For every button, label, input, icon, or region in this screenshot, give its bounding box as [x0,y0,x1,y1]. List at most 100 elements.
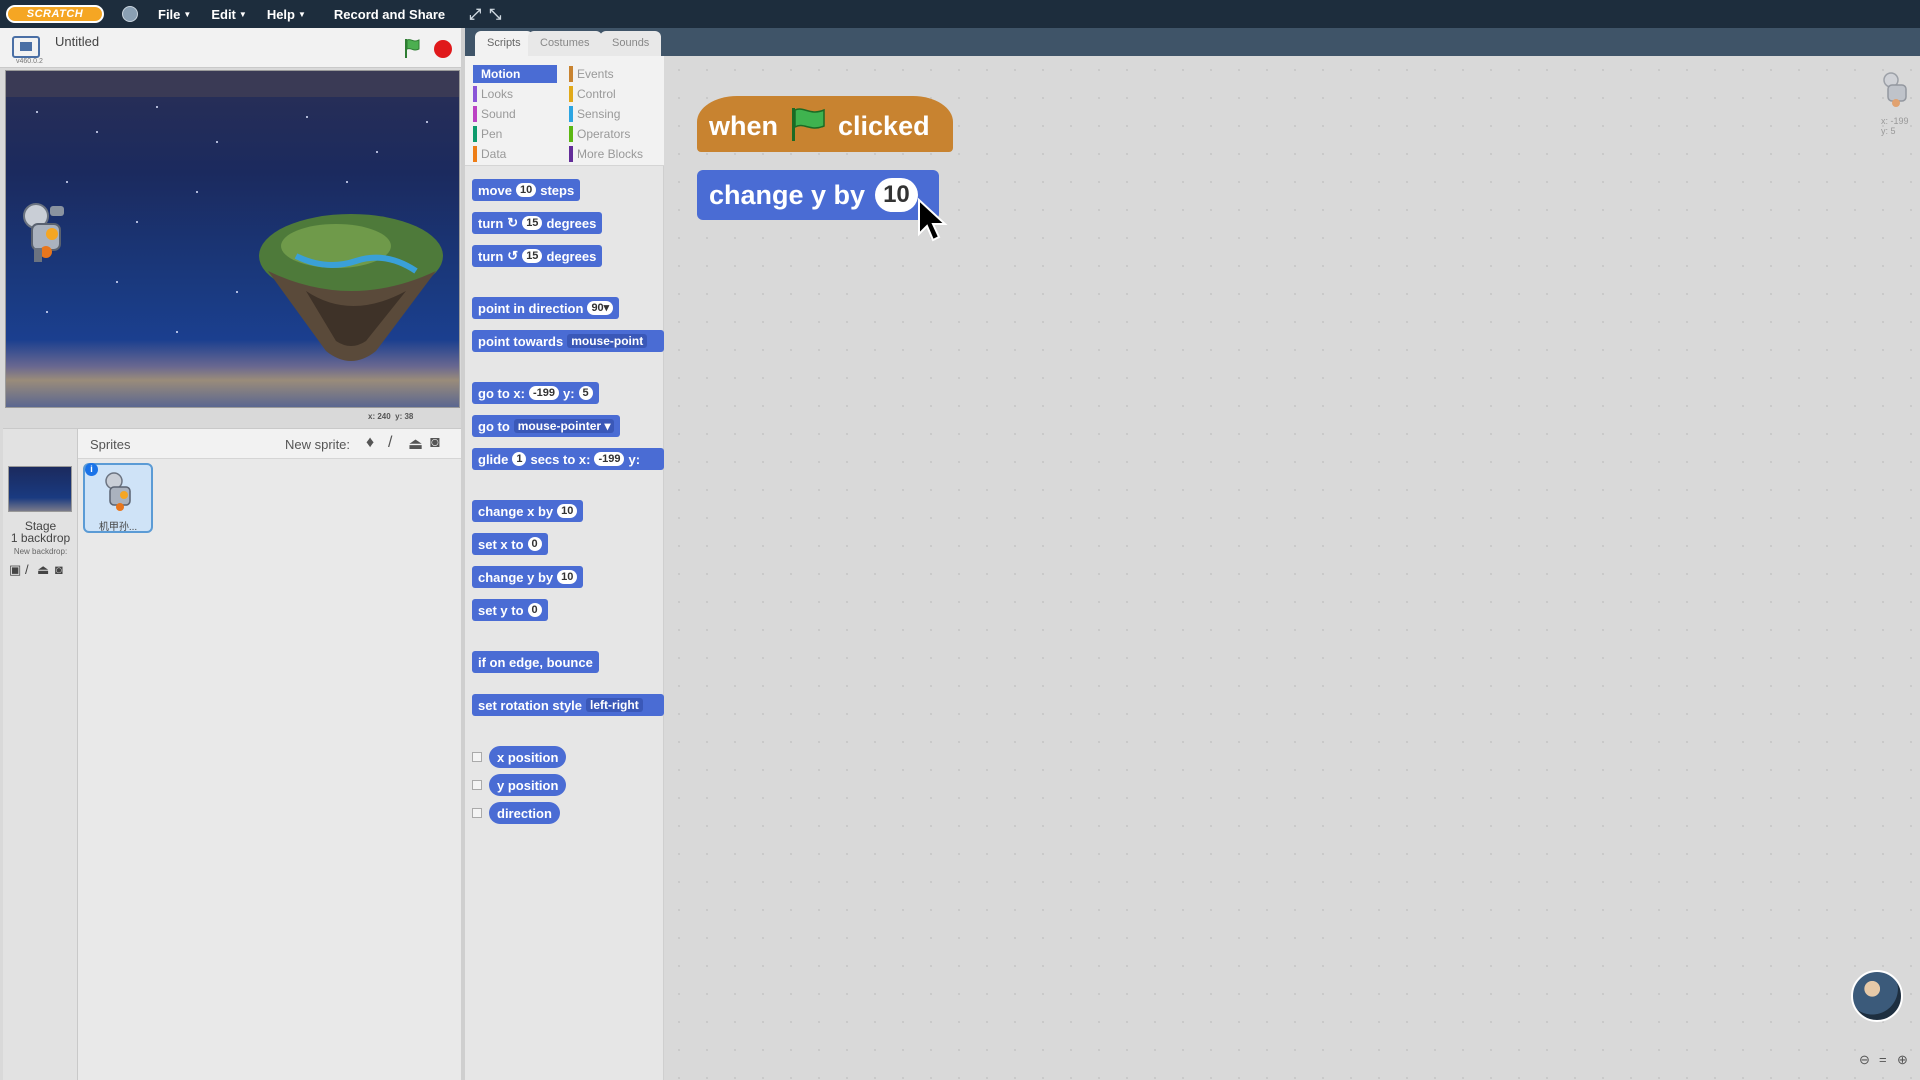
paint-brush-icon[interactable]: / [25,562,29,577]
block-text: set x to [478,536,524,552]
expand-arrows-icon[interactable]: ⤢ [469,6,481,23]
block-dropdown[interactable]: mouse-pointer ▾ [513,419,615,433]
block-input[interactable]: 0 [527,603,542,617]
block-input[interactable]: 15 [522,216,543,230]
block-input[interactable]: -199 [594,452,625,466]
category-more-blocks[interactable]: More Blocks [569,145,643,163]
block-turn-left[interactable]: turn ↺ 15 degrees [472,245,603,267]
presentation-mode-button[interactable] [12,36,40,58]
block-change-x-by[interactable]: change x by 10 [472,500,584,522]
sprite-library-icon[interactable]: ♦ [366,434,374,452]
checkbox-y-position[interactable] [472,780,482,790]
block-if-on-edge-bounce[interactable]: if on edge, bounce [472,651,599,673]
reporter-direction[interactable]: direction [489,802,560,824]
block-input[interactable]: 10 [557,504,578,518]
reporter-y-position[interactable]: y position [489,774,567,796]
checkbox-direction[interactable] [472,808,482,818]
paint-brush-icon[interactable]: / [388,434,392,452]
block-dropdown[interactable]: mouse-point [567,334,648,348]
camera-icon[interactable]: ◙ [55,562,63,577]
block-set-y-to[interactable]: set y to 0 [472,599,548,621]
scratch-logo[interactable]: SCRATCH [6,5,104,23]
category-sensing[interactable]: Sensing [569,105,620,123]
block-text: secs to x: [530,451,591,467]
backdrop-library-icon[interactable]: ▣ [9,562,21,578]
block-text: change y by [709,179,866,210]
upload-icon[interactable]: ⏏ [37,562,49,578]
category-looks-label: Looks [481,87,514,101]
shrink-arrows-icon[interactable]: ⤡ [489,6,501,23]
block-input[interactable]: 15 [522,249,543,263]
tab-scripts[interactable]: Scripts [475,31,533,56]
block-point-in-direction[interactable]: point in direction 90▾ [472,297,620,319]
category-operators[interactable]: Operators [569,125,630,143]
block-input[interactable]: 1 [512,452,527,466]
version-label: v460.0.2 [16,58,43,65]
menu-file[interactable]: File ▼ [158,7,191,22]
robot-sprite-image[interactable] [16,196,76,266]
block-input[interactable]: -199 [528,386,559,400]
category-operators-label: Operators [577,127,631,141]
caret-down-icon: ▼ [238,9,247,19]
rotate-counterclockwise-icon: ↺ [507,248,519,263]
menu-edit[interactable]: Edit ▼ [211,7,246,22]
block-set-x-to[interactable]: set x to 0 [472,533,548,555]
category-motion[interactable]: Motion [473,65,557,83]
zoom-out-icon[interactable]: ⊖ [1859,1052,1870,1068]
block-input[interactable]: 90▾ [587,301,614,315]
block-input[interactable]: 10 [557,570,578,584]
block-move-steps[interactable]: move 10 steps [472,179,581,201]
block-text: go to x: [478,385,525,401]
sprite-tile[interactable]: i 机甲孙... [83,463,153,533]
stop-icon[interactable] [434,40,452,58]
block-change-y-by[interactable]: change y by 10 [472,566,584,588]
camera-icon[interactable]: ◙ [430,434,440,452]
block-text: degrees [546,215,597,231]
block-glide[interactable]: glide 1 secs to x: -199 y: [472,448,664,470]
equals-icon[interactable]: = [1879,1052,1887,1067]
tab-costumes[interactable]: Costumes [528,31,602,56]
project-title[interactable]: Untitled [55,34,99,49]
scripts-area[interactable]: when clicked change y by 10 x: -199 y: 5… [665,56,1920,1080]
category-pen[interactable]: Pen [473,125,502,143]
block-go-to-xy[interactable]: go to x: -199 y: 5 [472,382,599,404]
backdrop-count: 1 backdrop [10,531,71,545]
new-backdrop-label: New backdrop: [13,547,68,556]
zoom-in-icon[interactable]: ⊕ [1897,1052,1908,1068]
block-input[interactable]: 5 [578,386,593,400]
category-data[interactable]: Data [473,145,506,163]
info-icon[interactable]: i [85,463,98,476]
user-avatar[interactable] [1851,970,1903,1022]
menu-bar: SCRATCH File ▼ Edit ▼ Help ▼ Record and Sha… [0,0,1920,28]
record-and-share-menu[interactable]: Record and Share [334,7,445,22]
block-go-to[interactable]: go to mouse-pointer ▾ [472,415,621,437]
category-sound[interactable]: Sound [473,105,516,123]
block-turn-right[interactable]: turn ↻ 15 degrees [472,212,603,234]
language-globe-icon[interactable] [122,6,138,22]
sprite-coordinates: x: -199 y: 5 [1881,116,1909,136]
category-control[interactable]: Control [569,85,616,103]
reporter-x-position[interactable]: x position [489,746,567,768]
record-and-share-label: Record and Share [333,6,446,22]
block-set-rotation-style[interactable]: set rotation style left-right [472,694,664,716]
tab-sounds[interactable]: Sounds [600,31,662,56]
stage-canvas[interactable] [5,70,460,408]
block-input[interactable]: 0 [527,537,542,551]
mouse-x-readout: x: 240 [368,412,391,421]
block-input[interactable]: 10 [875,178,918,212]
block-text: change y by [478,569,554,585]
category-events[interactable]: Events [569,65,614,83]
when-flag-clicked-block[interactable]: when clicked [697,96,953,152]
category-looks[interactable]: Looks [473,85,513,103]
change-y-by-block[interactable]: change y by 10 [697,170,939,220]
block-input[interactable]: 10 [515,183,537,197]
caret-down-icon: ▼ [297,9,306,19]
green-flag-icon[interactable] [403,37,421,59]
menu-help[interactable]: Help ▼ [267,7,306,22]
upload-icon[interactable]: ⏏ [408,434,423,454]
block-dropdown[interactable]: left-right [586,698,643,712]
block-point-towards[interactable]: point towards mouse-point [472,330,664,352]
mouse-coordinates: x: 240 y: 38 [368,412,413,421]
stage-thumbnail[interactable] [8,466,72,512]
checkbox-x-position[interactable] [472,752,482,762]
